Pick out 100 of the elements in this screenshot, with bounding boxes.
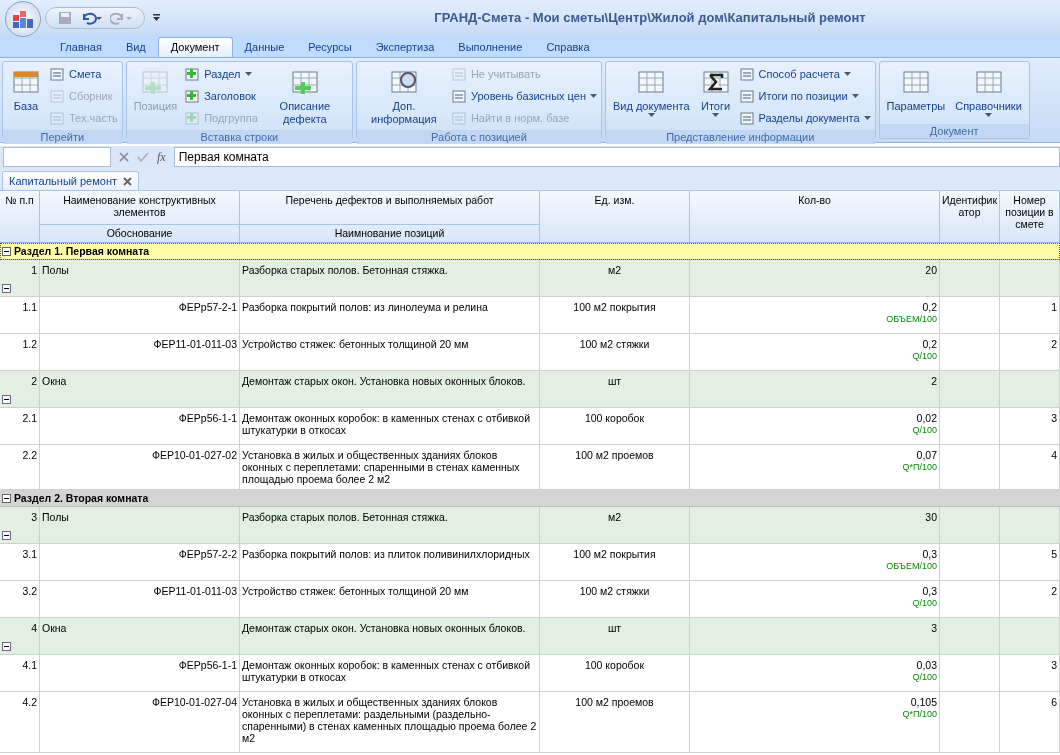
ribbon-button[interactable]: Итоги xyxy=(696,64,735,128)
check-icon[interactable] xyxy=(137,152,149,162)
collapse-icon[interactable] xyxy=(2,395,11,404)
table-cell: Демонтаж оконных коробок: в каменных стенах с отбивкой штукатурки в откосах xyxy=(242,659,531,683)
table-cell: 100 коробок xyxy=(584,659,645,671)
table-cell: 4.2 xyxy=(22,696,37,708)
table-cell: 100 м2 стяжки xyxy=(579,338,650,350)
table-cell: 3 xyxy=(1051,659,1057,671)
formula-text: Q*П/100 xyxy=(902,708,937,720)
table-cell: 5 xyxy=(1051,548,1057,560)
table-cell: Окна xyxy=(42,375,67,387)
table-cell: 0,105 xyxy=(910,696,937,708)
table-cell: 0,03 xyxy=(916,659,937,671)
group-title: Перейти xyxy=(3,130,122,144)
table-cell: Разборка старых полов. Бетонная стяжка. xyxy=(242,511,448,523)
ribbon-tab[interactable]: Главная xyxy=(48,38,114,57)
formula-text: Q/100 xyxy=(912,671,937,683)
list-icon xyxy=(738,110,755,126)
table-cell: Демонтаж старых окон. Установка новых оконных блоков. xyxy=(242,375,526,387)
document-icon xyxy=(450,66,467,82)
undo-icon[interactable] xyxy=(80,10,102,25)
close-icon[interactable] xyxy=(123,176,133,186)
table-cell: 100 м2 покрытия xyxy=(573,301,656,313)
ribbon-button[interactable]: Заголовок xyxy=(184,86,258,106)
table-cell: 0,2 xyxy=(922,338,937,350)
table-cell: Установка в жилых и общественных зданиях блоков оконных с переплетами: спаренными в стенах каменных площадью проема более 2 м2 xyxy=(242,449,520,485)
table-cell: 2 xyxy=(931,375,937,387)
ribbon-tab[interactable]: Экспертиза xyxy=(363,38,447,57)
ribbon-button[interactable]: База xyxy=(7,64,45,128)
table-cell: 3 xyxy=(1051,412,1057,424)
dropdown-caret-icon xyxy=(985,113,992,117)
section-row[interactable]: Раздел 2. Вторая комната xyxy=(0,490,1060,507)
ribbon-tab[interactable]: Данные xyxy=(232,38,297,57)
group-title: Вставка строки xyxy=(126,130,352,144)
table-cell: 0,3 xyxy=(922,548,937,560)
table-cell: 4.1 xyxy=(22,659,37,671)
ribbon-button[interactable]: Доп. информация xyxy=(360,64,447,128)
document-tab[interactable]: Капитальный ремонт xyxy=(2,171,140,190)
table-cell: ФЕРр56-1-1 xyxy=(178,659,237,671)
plus-icon xyxy=(184,88,201,104)
group-title: Представление информации xyxy=(606,130,875,144)
table-cell: Установка в жилых и общественных зданиях блоков оконных с переплетами: раздельными (раздельно-спаренными) в стенах каменных площадью проема более 2 м2 xyxy=(242,696,537,744)
table-cell: м2 xyxy=(607,511,622,523)
table-cell: 30 xyxy=(925,511,937,523)
column-header: Перечень дефектов и выполняемых работ xyxy=(240,191,540,225)
table-cell: ФЕР10-01-027-02 xyxy=(151,449,237,461)
dropdown-caret-icon xyxy=(712,113,720,117)
table-cell: 4 xyxy=(31,622,37,634)
ribbon-tab[interactable]: Вид xyxy=(113,38,158,57)
table-cell: 1.2 xyxy=(22,338,37,350)
collapse-icon[interactable] xyxy=(2,531,11,540)
ribbon-button[interactable]: Параметры xyxy=(883,64,949,122)
collapse-icon[interactable] xyxy=(2,246,11,256)
table-cell: Окна xyxy=(42,622,67,634)
formula-text: Q/100 xyxy=(912,597,937,609)
table-cell: Разборка старых полов. Бетонная стяжка. xyxy=(242,264,448,276)
table-cell: ФЕРр56-1-1 xyxy=(178,412,237,424)
ribbon-button[interactable]: Вид документа xyxy=(610,64,693,128)
section-row[interactable]: Раздел 1. Первая комната xyxy=(0,243,1060,260)
ribbon-tab[interactable]: Выполнение xyxy=(446,38,535,57)
function-label[interactable]: fx xyxy=(157,149,166,165)
formula-text: Q/100 xyxy=(912,424,937,436)
ribbon-tab[interactable]: Документ xyxy=(157,37,233,57)
ribbon-tab[interactable]: Справка xyxy=(534,38,602,57)
customize-caret-icon[interactable] xyxy=(153,13,160,22)
collapse-icon[interactable] xyxy=(2,642,11,651)
table-cell: 1.1 xyxy=(22,301,37,313)
collapse-icon[interactable] xyxy=(2,493,11,503)
ribbon-button[interactable]: Справочники xyxy=(952,64,1025,122)
plus-icon xyxy=(184,110,201,126)
ribbon-button[interactable]: Способ расчета xyxy=(738,64,871,84)
table-cell: 2 xyxy=(31,375,37,387)
app-menu-button[interactable] xyxy=(5,0,41,37)
ribbon-button[interactable]: Разделы документа xyxy=(738,108,871,128)
table-cell: 0,07 xyxy=(916,449,937,461)
column-header: Наимнование позиций xyxy=(240,225,540,242)
table-cell: 0,02 xyxy=(916,412,937,424)
table-cell: Полы xyxy=(42,511,69,523)
column-header: Номер позиции в смете xyxy=(1000,191,1060,242)
table-cell: ФЕР10-01-027-04 xyxy=(151,696,237,708)
ribbon-button[interactable]: Итоги по позиции xyxy=(738,86,871,106)
ribbon-tab[interactable]: Ресурсы xyxy=(296,38,364,57)
ribbon-button[interactable]: Описание дефекта xyxy=(261,64,348,128)
column-header: Наименование конструктивных элементов xyxy=(40,191,240,225)
ribbon-button[interactable]: Смета xyxy=(49,64,118,84)
table-cell: 2 xyxy=(1051,338,1057,350)
table-cell: Демонтаж старых окон. Установка новых оконных блоков. xyxy=(242,622,526,634)
ribbon-button[interactable]: Раздел xyxy=(184,64,258,84)
cancel-icon[interactable] xyxy=(119,152,129,162)
formula-text: ОБЪЕМ/100 xyxy=(886,313,937,325)
group-title: Документ xyxy=(879,124,1029,138)
column-header: Обоснование xyxy=(40,225,240,242)
table-cell: шт xyxy=(607,375,622,387)
collapse-icon[interactable] xyxy=(2,284,11,293)
ribbon-button[interactable]: Уровень базисных цен xyxy=(450,86,597,106)
group-title: Работа с позицией xyxy=(356,130,601,144)
formula-field[interactable]: Первая комната xyxy=(173,147,1060,167)
table-cell: 100 м2 покрытия xyxy=(573,548,656,560)
table-cell: 3.2 xyxy=(22,585,37,597)
table-cell: Демонтаж оконных коробок: в каменных стенах с отбивкой штукатурки в откосах xyxy=(242,412,531,436)
